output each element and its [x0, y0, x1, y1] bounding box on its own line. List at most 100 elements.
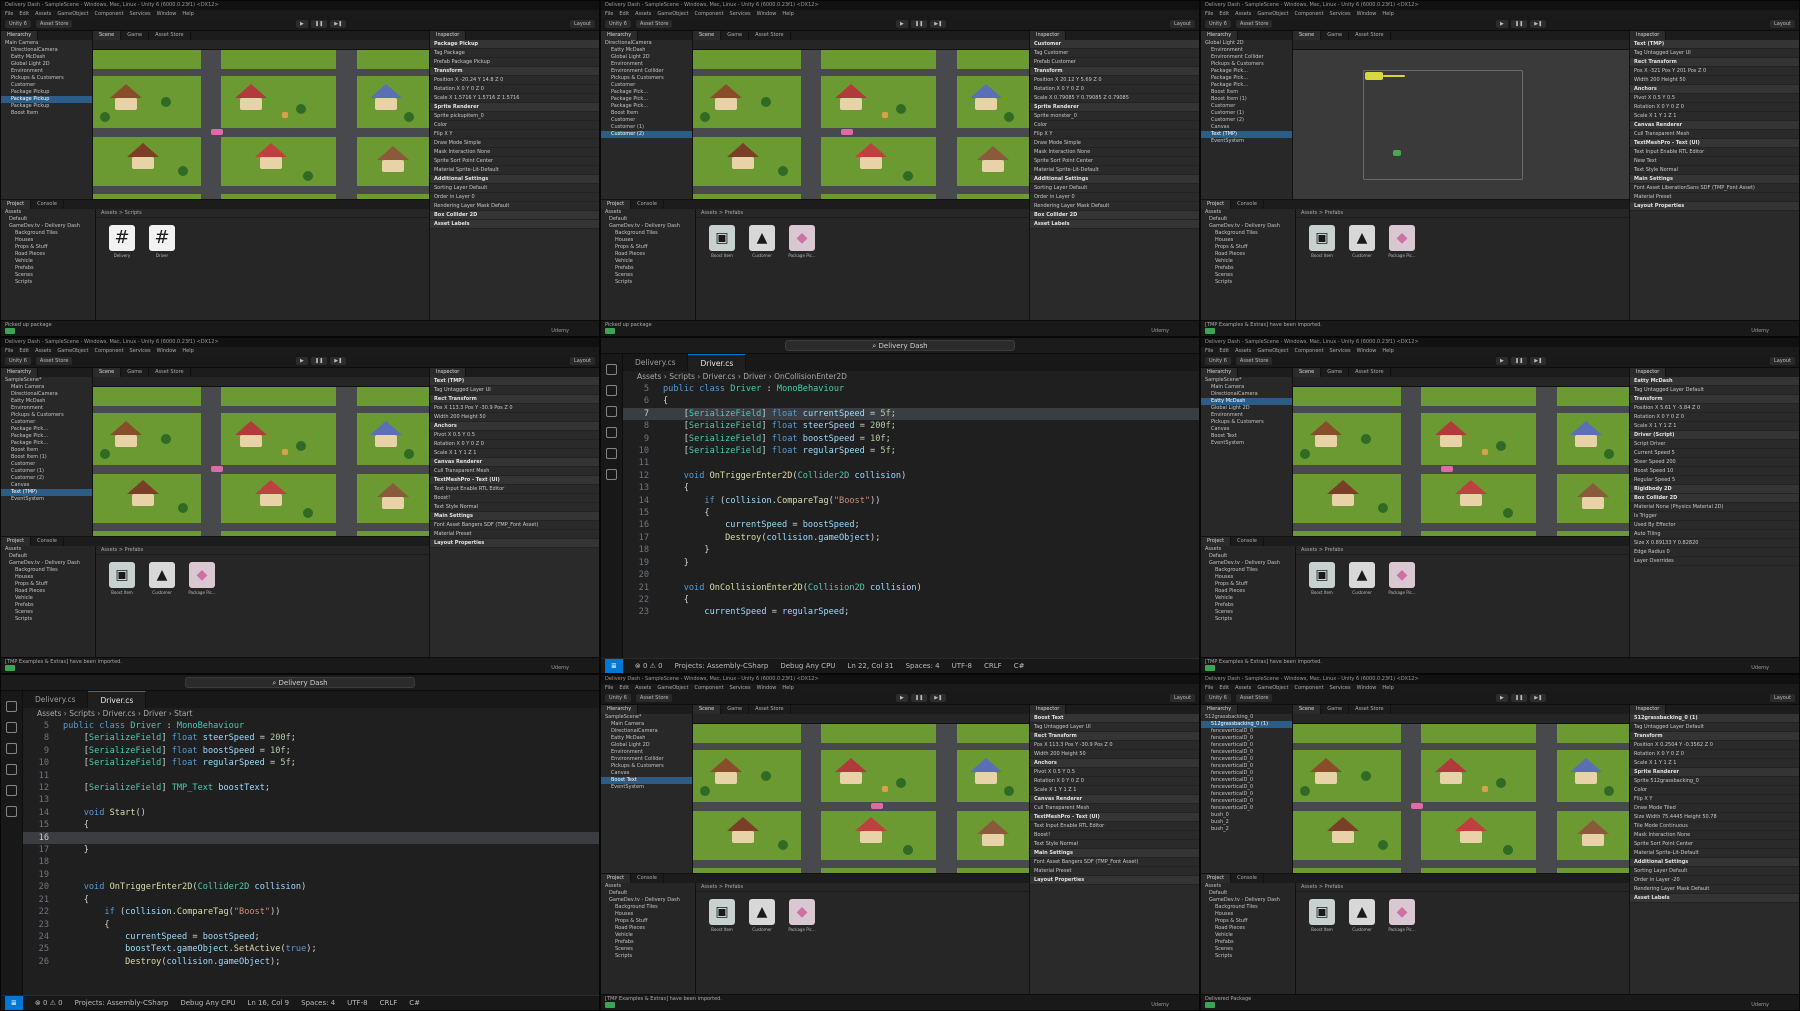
menu-item[interactable]: Component — [1295, 348, 1324, 354]
unity-version-button[interactable]: Unity 6 — [5, 20, 31, 28]
project-folder[interactable]: Road Pieces — [601, 925, 695, 932]
inspector-field[interactable]: Scale X 1 Y 1 Z 1 — [430, 449, 599, 458]
tab-hierarchy[interactable]: Hierarchy — [1, 368, 39, 377]
hierarchy-item[interactable]: Pickups & Customers — [1201, 419, 1292, 426]
menu-item[interactable]: Component — [95, 348, 124, 354]
project-folder[interactable]: Props & Stuff — [1, 581, 95, 588]
search-icon[interactable] — [606, 385, 617, 396]
hierarchy-item[interactable]: bush_0 — [1201, 812, 1292, 819]
hierarchy-item[interactable]: SampleScene* — [1, 377, 92, 384]
inspector-field[interactable]: Regular Speed 5 — [1630, 476, 1799, 485]
component-header[interactable]: Box Collider 2D — [430, 211, 599, 220]
project-folder[interactable]: Scripts — [1, 279, 95, 286]
editor-tab[interactable]: Delivery.cs — [623, 354, 689, 371]
hierarchy-item[interactable]: DirectionalCamera — [1, 391, 92, 398]
hierarchy-item[interactable]: Global Light 2D — [1201, 40, 1292, 47]
testing-icon[interactable] — [606, 469, 617, 480]
project-folder[interactable]: Default — [1, 216, 95, 223]
menu-item[interactable]: Edit — [619, 685, 629, 691]
hierarchy-item[interactable]: Global Light 2D — [601, 54, 692, 61]
tab-inspector[interactable]: Inspector — [1630, 31, 1667, 40]
project-folder[interactable]: Scenes — [1, 609, 95, 616]
inspector-field[interactable]: Order in Layer 0 — [1030, 193, 1199, 202]
inspector-field[interactable]: Prefab Customer — [1030, 58, 1199, 67]
project-folder[interactable]: Vehicle — [601, 258, 695, 265]
scene-view[interactable]: Scene Game Asset Store — [693, 31, 1029, 199]
component-header[interactable]: Sprite Renderer — [1030, 103, 1199, 112]
project-folder[interactable]: Background Tiles — [1, 567, 95, 574]
menu-item[interactable]: File — [605, 685, 613, 691]
menu-item[interactable]: Component — [1295, 11, 1324, 17]
tab-console[interactable]: Console — [31, 536, 64, 546]
editor-tab[interactable]: Driver.cs — [88, 691, 147, 708]
component-header[interactable]: Rigidbody 2D — [1630, 485, 1799, 494]
tab-console[interactable]: Console — [31, 199, 64, 209]
hierarchy-item[interactable]: EventSystem — [1, 496, 92, 503]
project-folder[interactable]: Default — [1201, 890, 1295, 897]
component-header[interactable]: Additional Settings — [1630, 858, 1799, 867]
menu-item[interactable]: Services — [1330, 348, 1351, 354]
tab-inspector[interactable]: Inspector — [1030, 705, 1067, 714]
menu-item[interactable]: Help — [182, 11, 193, 17]
pause-icon[interactable]: ❚❚ — [910, 20, 928, 28]
explorer-icon[interactable] — [606, 364, 617, 375]
inspector-field[interactable]: Rotation X 0 Y 0 Z 0 — [1030, 777, 1199, 786]
project-folder[interactable]: Assets — [1, 209, 95, 216]
project-folder[interactable]: Houses — [1201, 911, 1295, 918]
scene-view[interactable]: Scene Game Asset Store — [93, 31, 429, 199]
menu-item[interactable]: Window — [757, 685, 777, 691]
hierarchy-item[interactable]: Customer (2) — [1201, 117, 1292, 124]
project-folder[interactable]: Default — [1201, 553, 1295, 560]
project-folder[interactable]: Props & Stuff — [601, 244, 695, 251]
component-header[interactable]: Layout Properties — [430, 539, 599, 548]
source-control-icon[interactable] — [606, 406, 617, 417]
hierarchy-item[interactable]: Main Camera — [1, 40, 92, 47]
component-header[interactable]: Canvas Renderer — [1630, 121, 1799, 130]
tab-asset-store[interactable]: Asset Store — [149, 368, 191, 377]
menu-item[interactable]: File — [5, 348, 13, 354]
inspector-field[interactable]: Auto Tiling — [1630, 530, 1799, 539]
inspector-field[interactable]: Font Asset Bangers SDF (TMP_Font Asset) — [1030, 858, 1199, 867]
status-config[interactable]: Debug Any CPU — [180, 996, 235, 1010]
menu-item[interactable]: Assets — [635, 11, 651, 17]
component-header[interactable]: Transform — [1030, 67, 1199, 76]
project-folder[interactable]: Scenes — [1, 272, 95, 279]
extensions-icon[interactable] — [6, 785, 17, 796]
tab-asset-store[interactable]: Asset Store — [1349, 368, 1391, 377]
hierarchy-item[interactable]: Package Pick... — [1, 440, 92, 447]
run-debug-icon[interactable] — [6, 764, 17, 775]
menu-item[interactable]: GameObject — [57, 11, 88, 17]
inspector-field[interactable]: Text Input Enable RTL Editor — [430, 485, 599, 494]
unity-version-button[interactable]: Unity 6 — [1205, 357, 1231, 365]
hierarchy-item[interactable]: Customer (2) — [601, 131, 692, 138]
hierarchy-item[interactable]: Global Light 2D — [1201, 405, 1292, 412]
project-folder[interactable]: Assets — [1201, 883, 1295, 890]
menu-item[interactable]: File — [5, 11, 13, 17]
pause-icon[interactable]: ❚❚ — [1510, 694, 1528, 702]
project-folder[interactable]: Houses — [1, 574, 95, 581]
menu-item[interactable]: Help — [1382, 348, 1393, 354]
inspector-field[interactable]: Edge Radius 0 — [1630, 548, 1799, 557]
inspector-field[interactable]: Script Driver — [1630, 440, 1799, 449]
asset-item[interactable]: ▲ Customer — [145, 561, 179, 595]
breadcrumb-item[interactable]: Driver.cs — [103, 709, 136, 718]
menu-item[interactable]: Services — [130, 348, 151, 354]
breadcrumb-item[interactable]: Driver.cs — [703, 372, 736, 381]
menu-item[interactable]: File — [605, 11, 613, 17]
inspector-field[interactable]: Cull Transparent Mesh — [430, 467, 599, 476]
project-folder[interactable]: Default — [601, 890, 695, 897]
step-icon[interactable]: ▶❚ — [330, 20, 347, 28]
inspector-field[interactable]: Rotation X 0 Y 0 Z 0 — [430, 440, 599, 449]
component-header[interactable]: Canvas Renderer — [1030, 795, 1199, 804]
hierarchy-item[interactable]: Package Pick... — [601, 103, 692, 110]
menu-item[interactable]: File — [1205, 685, 1213, 691]
inspector-object-name[interactable]: Eatty McDash — [1630, 377, 1799, 386]
hierarchy-item[interactable]: Eatty McDash — [601, 735, 692, 742]
step-icon[interactable]: ▶❚ — [1530, 357, 1547, 365]
asset-item[interactable]: # Driver — [145, 224, 179, 258]
component-header[interactable]: Anchors — [1630, 85, 1799, 94]
inspector-field[interactable]: Scale X 1 Y 1 Z 1 — [1630, 112, 1799, 121]
tab-scene[interactable]: Scene — [693, 705, 722, 714]
project-folder[interactable]: Houses — [1, 237, 95, 244]
menu-item[interactable]: Component — [695, 685, 724, 691]
